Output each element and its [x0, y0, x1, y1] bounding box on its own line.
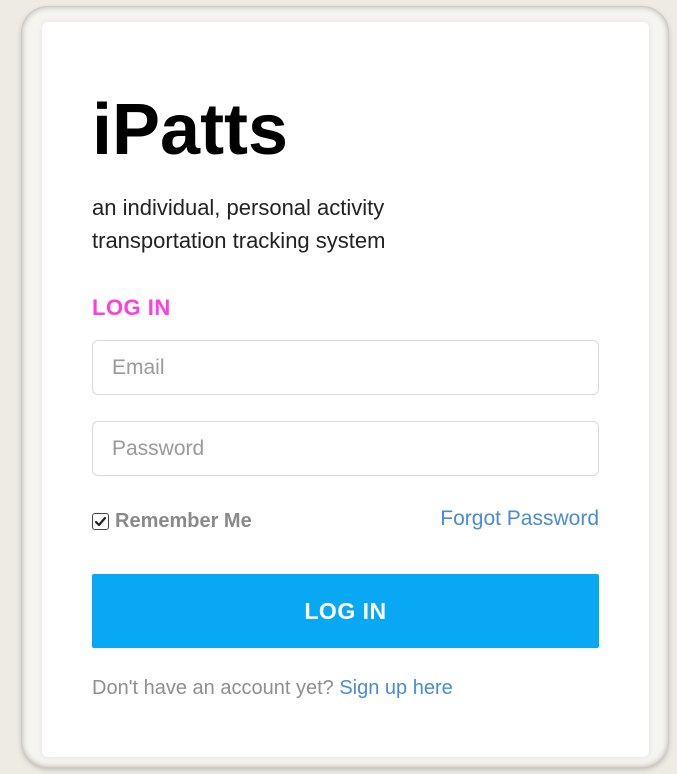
app-tagline: an individual, personal activity transpo…: [92, 195, 386, 253]
password-input[interactable]: [92, 421, 599, 476]
signup-prompt: Don't have an account yet?: [92, 677, 334, 699]
signup-link[interactable]: Sign up here: [339, 677, 452, 699]
forgot-password-link[interactable]: Forgot Password: [440, 507, 599, 531]
app-title: iPatts: [92, 90, 289, 170]
check-icon: [94, 516, 107, 527]
checkbox-box[interactable]: [92, 513, 109, 530]
login-heading: LOG IN: [92, 295, 171, 320]
signup-row: Don't have an account yet? Sign up here: [92, 677, 453, 700]
remember-me-checkbox[interactable]: Remember Me: [92, 510, 252, 533]
remember-me-label: Remember Me: [115, 510, 252, 532]
email-input[interactable]: [92, 340, 599, 395]
login-button[interactable]: LOG IN: [92, 574, 599, 648]
